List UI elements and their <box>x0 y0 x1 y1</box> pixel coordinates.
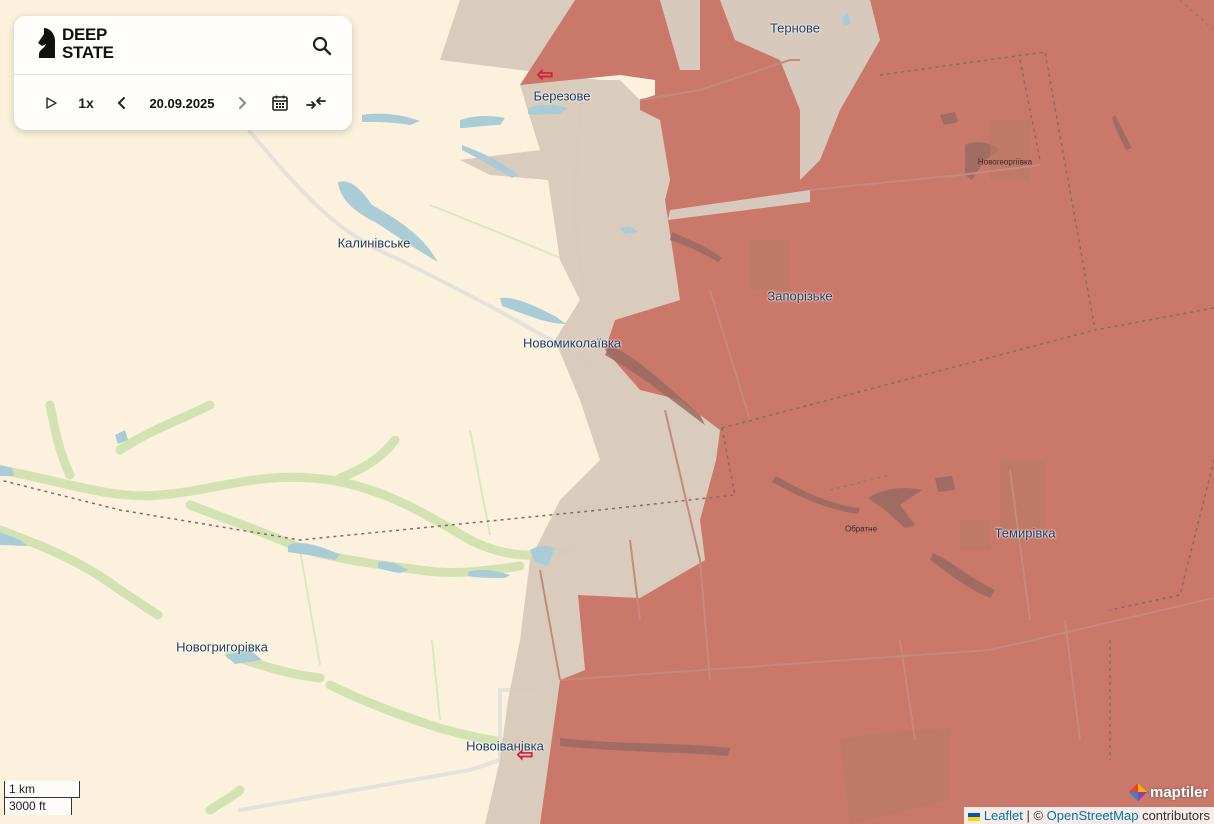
place-label-ternove: Тернове <box>769 20 821 36</box>
maptiler-logo[interactable]: maptiler <box>1128 782 1208 802</box>
place-label-temyrivka: Темирівка <box>994 525 1056 541</box>
calendar-icon <box>272 95 288 111</box>
attack-arrow-icon[interactable]: ⇦ <box>537 65 554 85</box>
date-display[interactable]: 20.09.2025 <box>142 92 222 114</box>
scale-metric: 1 km <box>4 781 80 798</box>
place-label-obratne: Обратне <box>844 524 878 534</box>
map-attribution: Leaflet | © OpenStreetMap contributors <box>964 807 1214 824</box>
next-date-button[interactable] <box>234 92 250 114</box>
play-button[interactable] <box>42 92 60 114</box>
place-label-berezove: Березове <box>533 88 591 104</box>
attribution-separator: | © <box>1022 808 1047 823</box>
leaflet-link[interactable]: Leaflet <box>984 808 1023 823</box>
search-button[interactable] <box>310 34 334 58</box>
openstreetmap-link[interactable]: OpenStreetMap <box>1047 808 1139 823</box>
logo-line2: STATE <box>62 43 114 62</box>
speed-button[interactable]: 1x <box>74 92 98 114</box>
logo-line1: DEEP <box>62 25 108 44</box>
maptiler-label: maptiler <box>1150 783 1209 801</box>
place-label-zaporizke: Запорізьке <box>767 288 833 304</box>
place-label-novohryhorivka: Новогригорівка <box>176 639 268 655</box>
attribution-suffix: contributors <box>1138 808 1210 823</box>
attack-arrow-icon[interactable]: ⇦ <box>517 745 534 765</box>
panel-divider <box>14 74 352 75</box>
compare-button[interactable] <box>304 92 328 114</box>
chevron-right-icon <box>239 97 247 109</box>
place-label-novomykolaivka: Новомиколаївка <box>522 335 622 351</box>
search-icon <box>312 36 332 56</box>
maptiler-logo-icon <box>1129 783 1147 801</box>
scale-bar: 1 km 3000 ft <box>4 781 80 815</box>
place-label-kalynivske: Калинівське <box>337 235 411 251</box>
scale-imperial: 3000 ft <box>4 798 72 815</box>
play-icon <box>46 97 57 109</box>
compare-icon <box>306 97 326 109</box>
previous-date-button[interactable] <box>114 92 130 114</box>
calendar-button[interactable] <box>270 92 290 114</box>
knight-logo-icon <box>38 28 56 58</box>
ukraine-flag-icon <box>968 812 981 821</box>
place-label-novoheorhiivka: Новогеоргіївка <box>977 157 1033 167</box>
deepstate-logo[interactable]: DEEP STATE <box>36 26 114 62</box>
control-panel: DEEP STATE 1x 20.09.2025 <box>14 16 352 130</box>
chevron-left-icon <box>117 97 125 109</box>
